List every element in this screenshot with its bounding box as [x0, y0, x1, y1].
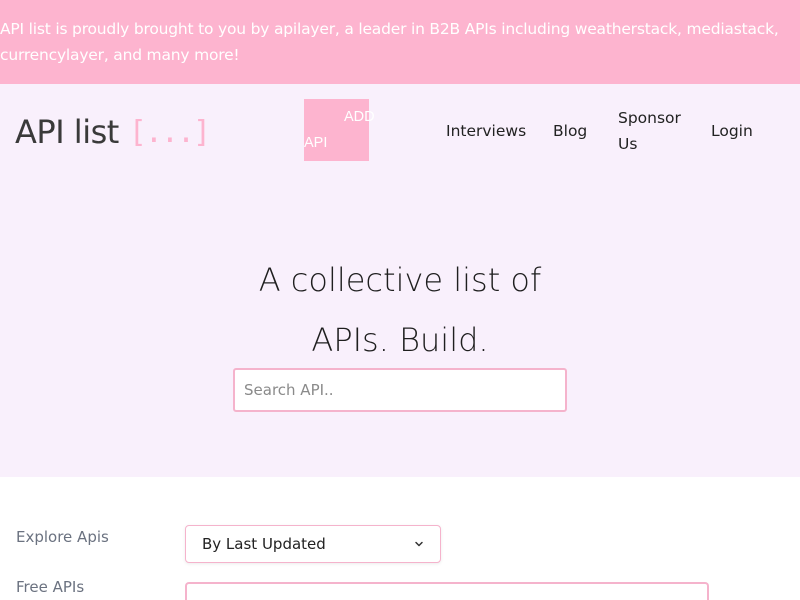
hero-title: A collective list of APIs. Build. [0, 250, 800, 370]
nav-sponsor-us[interactable]: Sponsor Us [618, 105, 688, 157]
nav-blog[interactable]: Blog [553, 118, 587, 144]
nav-sponsor-line-1: Sponsor [618, 109, 681, 127]
sort-select-value: By Last Updated [202, 535, 326, 553]
logo-text: API list [15, 113, 119, 151]
promo-banner: API list is proudly brought to you by ap… [0, 0, 800, 84]
nav-sponsor-line-2: Us [618, 135, 638, 153]
nav-interviews[interactable]: Interviews [446, 118, 526, 144]
free-apis-filter[interactable] [185, 582, 709, 600]
nav-login[interactable]: Login [711, 118, 753, 144]
chevron-down-icon [415, 541, 423, 547]
add-api-button[interactable]: ADD API [304, 99, 375, 161]
add-api-label-1: ADD [344, 109, 375, 125]
banner-line-2: currencylayer, and many more! [0, 46, 240, 64]
hero-header: API list [...] ADD API Interviews Blog S… [0, 84, 800, 477]
hero-title-line-1: A collective list of [258, 261, 542, 299]
logo-brackets: [...] [128, 114, 211, 150]
sort-select[interactable]: By Last Updated [185, 525, 441, 563]
free-apis-label: Free APIs [16, 578, 85, 596]
site-logo[interactable]: API list [...] [15, 112, 211, 152]
hero-title-line-2: APIs. Build. [311, 321, 489, 359]
add-api-label-2: API [304, 135, 328, 151]
explore-apis-label: Explore Apis [16, 528, 109, 546]
banner-line-1: API list is proudly brought to you by ap… [0, 20, 779, 38]
search-input[interactable] [233, 368, 567, 412]
